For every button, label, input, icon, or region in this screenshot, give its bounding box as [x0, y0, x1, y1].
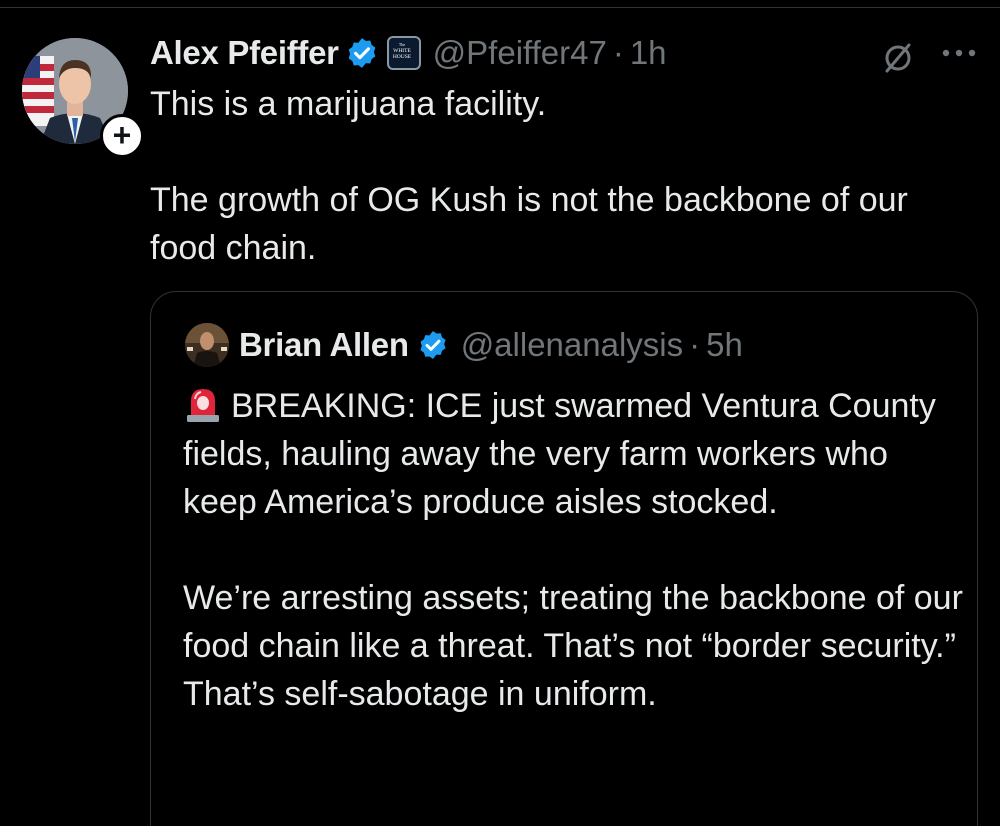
- tweet-header: Alex Pfeiffer The WHITE HOUSE @Pfeiffer4…: [150, 30, 667, 76]
- verified-badge-icon[interactable]: [345, 36, 379, 70]
- svg-text:HOUSE: HOUSE: [393, 54, 412, 60]
- grok-icon[interactable]: [878, 38, 918, 78]
- more-options-icon[interactable]: [938, 36, 980, 70]
- quoted-avatar-image: [185, 323, 229, 367]
- tweet-body-text: This is a marijuana facility. The growth…: [150, 85, 908, 267]
- quoted-author-display-name[interactable]: Brian Allen: [239, 326, 409, 364]
- quoted-tweet-card[interactable]: Brian Allen @allenanalysis · 5h BREAKING…: [150, 291, 978, 826]
- quoted-tweet-body: BREAKING: ICE just swarmed Ventura Count…: [183, 382, 963, 718]
- siren-icon: [187, 389, 219, 422]
- quoted-author-handle[interactable]: @allenanalysis: [461, 326, 683, 364]
- quoted-tweet-timestamp[interactable]: 5h: [706, 326, 743, 364]
- tweet-timestamp[interactable]: 1h: [630, 34, 667, 72]
- separator-dot: ·: [612, 34, 624, 71]
- quoted-author-avatar[interactable]: [185, 323, 229, 367]
- follow-plus-button[interactable]: +: [100, 114, 144, 158]
- quoted-tweet-text: BREAKING: ICE just swarmed Ventura Count…: [183, 387, 963, 713]
- quoted-separator-dot: ·: [689, 326, 701, 363]
- author-display-name[interactable]: Alex Pfeiffer: [150, 34, 339, 72]
- svg-text:The: The: [399, 42, 405, 47]
- quoted-tweet-header: Brian Allen @allenanalysis · 5h: [239, 322, 743, 368]
- author-handle[interactable]: @Pfeiffer47: [433, 34, 607, 72]
- author-avatar-container[interactable]: +: [22, 38, 144, 158]
- quoted-verified-badge-icon[interactable]: [417, 329, 449, 361]
- top-divider: [0, 0, 1000, 8]
- white-house-affiliation-icon[interactable]: The WHITE HOUSE: [386, 36, 421, 70]
